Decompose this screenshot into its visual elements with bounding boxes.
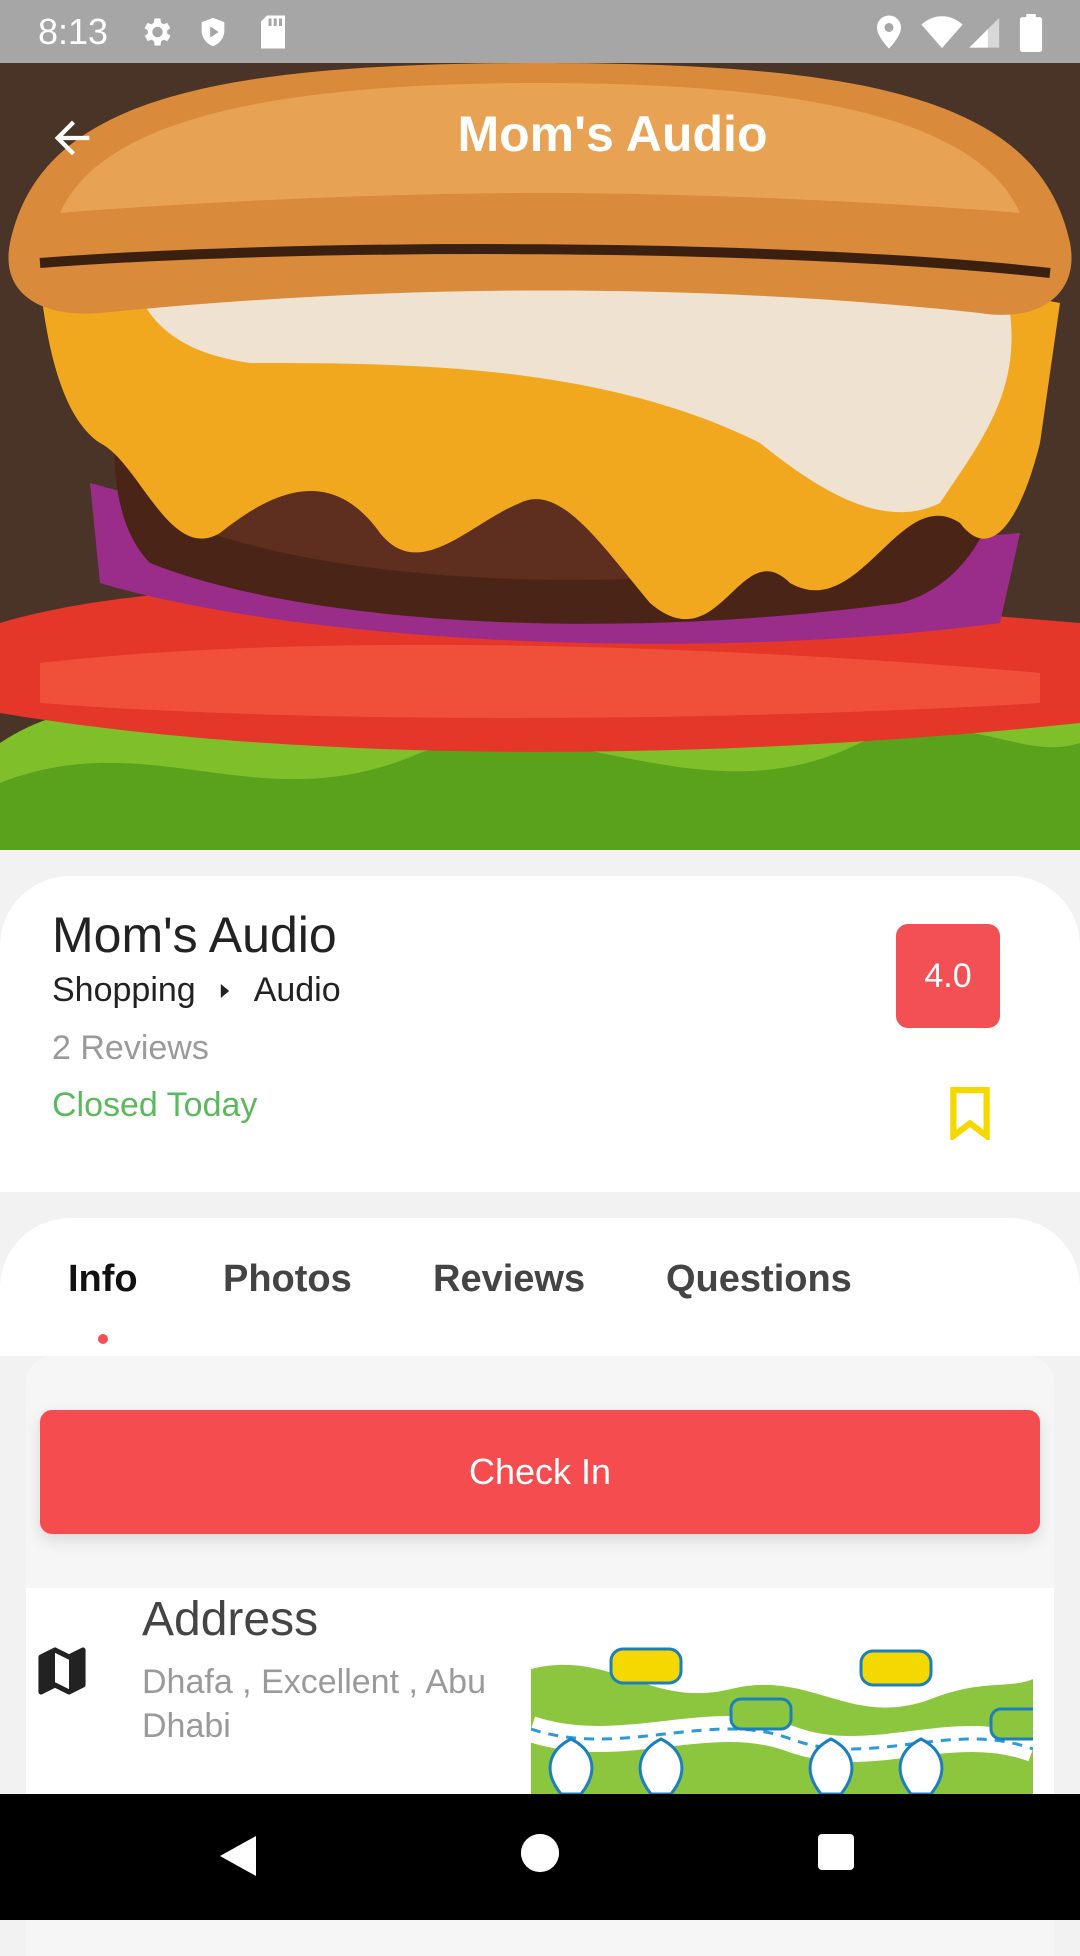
address-text: Dhafa , Excellent , Abu Dhabi [142,1663,486,1745]
open-status: Closed Today [52,1086,258,1124]
wifi-icon [921,16,963,49]
home-circle-icon[interactable] [519,1832,561,1874]
category-label[interactable]: Shopping [52,971,196,1010]
address-title: Address [142,1593,319,1646]
address-section: Address Dhafa , Excellent , Abu Dhabi [26,1588,1054,1794]
caret-right-icon [220,983,229,998]
tab-questions[interactable]: Questions [666,1258,852,1301]
status-time: 8:13 [38,11,109,52]
tab-bar: Info Photos Reviews Questions [0,1218,1080,1356]
signal-icon [969,17,1000,48]
battery-icon [1019,14,1043,52]
bookmark-icon[interactable] [945,1086,995,1140]
place-info-card: Mom's Audio Shopping Audio 2 Reviews Clo… [0,876,1080,1192]
gear-icon [144,18,171,46]
tab-photos[interactable]: Photos [223,1258,352,1301]
check-in-button[interactable]: Check In [40,1410,1040,1534]
map-thumbnail[interactable] [531,1629,1033,1794]
tab-info[interactable]: Info [68,1258,138,1301]
recents-square-icon[interactable] [816,1832,856,1872]
subcategory-label[interactable]: Audio [254,971,341,1010]
active-tab-indicator [98,1334,108,1344]
back-triangle-icon[interactable] [216,1832,260,1880]
shield-icon [201,17,225,47]
burger-photo [0,63,1080,850]
header-title: Mom's Audio [457,106,768,162]
category-breadcrumb: Shopping Audio [52,971,341,1010]
sd-card-icon [261,15,285,49]
reviews-count[interactable]: 2 Reviews [52,1029,209,1068]
status-bar: 8:13 [0,0,1080,63]
hero-image [0,63,1080,850]
location-icon [877,15,901,49]
place-name: Mom's Audio [52,907,337,963]
system-nav-bar [0,1794,1080,1920]
map-icon [38,1647,86,1695]
tab-reviews[interactable]: Reviews [433,1258,585,1301]
rating-badge: 4.0 [896,924,1000,1028]
